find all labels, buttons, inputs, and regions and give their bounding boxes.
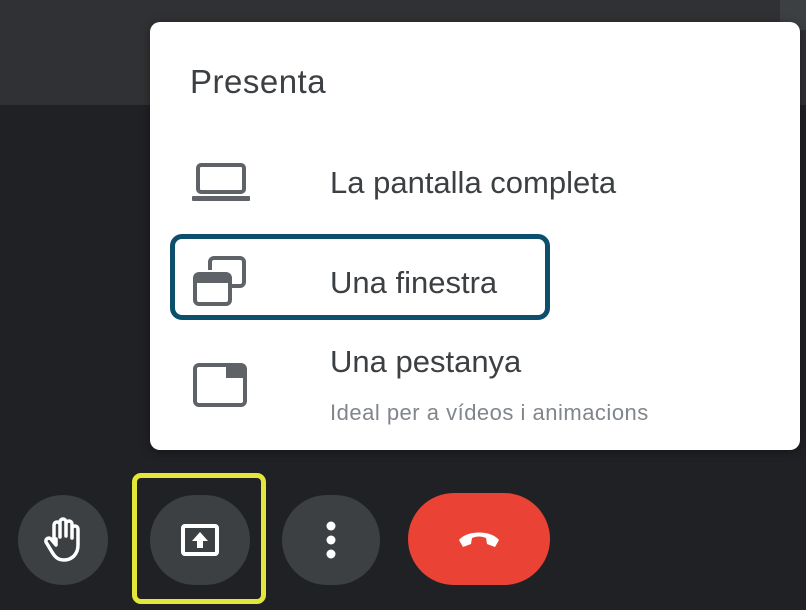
laptop-icon	[192, 163, 250, 201]
window-icon	[193, 256, 246, 306]
tab-icon	[193, 363, 247, 407]
menu-item-label: Una pestanya	[330, 344, 522, 379]
menu-item-label: Una finestra	[330, 265, 498, 300]
menu-item-label: La pantalla completa	[330, 165, 617, 200]
menu-item-description: Ideal per a vídeos i animacions	[330, 400, 649, 425]
present-button-highlight	[132, 473, 266, 604]
hand-icon	[44, 517, 80, 562]
present-menu: Presenta La pantalla completa Una finest…	[150, 22, 800, 450]
more-vert-icon	[326, 521, 336, 559]
menu-title: Presenta	[190, 63, 327, 100]
phone-hangup-icon	[459, 532, 499, 547]
raise-hand-button[interactable]	[18, 495, 108, 585]
menu-item-window[interactable]: Una finestra	[150, 234, 800, 324]
hang-up-button[interactable]	[408, 493, 550, 585]
menu-item-tab[interactable]: Una pestanya Ideal per a vídeos i animac…	[150, 334, 800, 444]
menu-item-entire-screen[interactable]: La pantalla completa	[150, 152, 800, 222]
more-options-button[interactable]	[282, 495, 380, 585]
